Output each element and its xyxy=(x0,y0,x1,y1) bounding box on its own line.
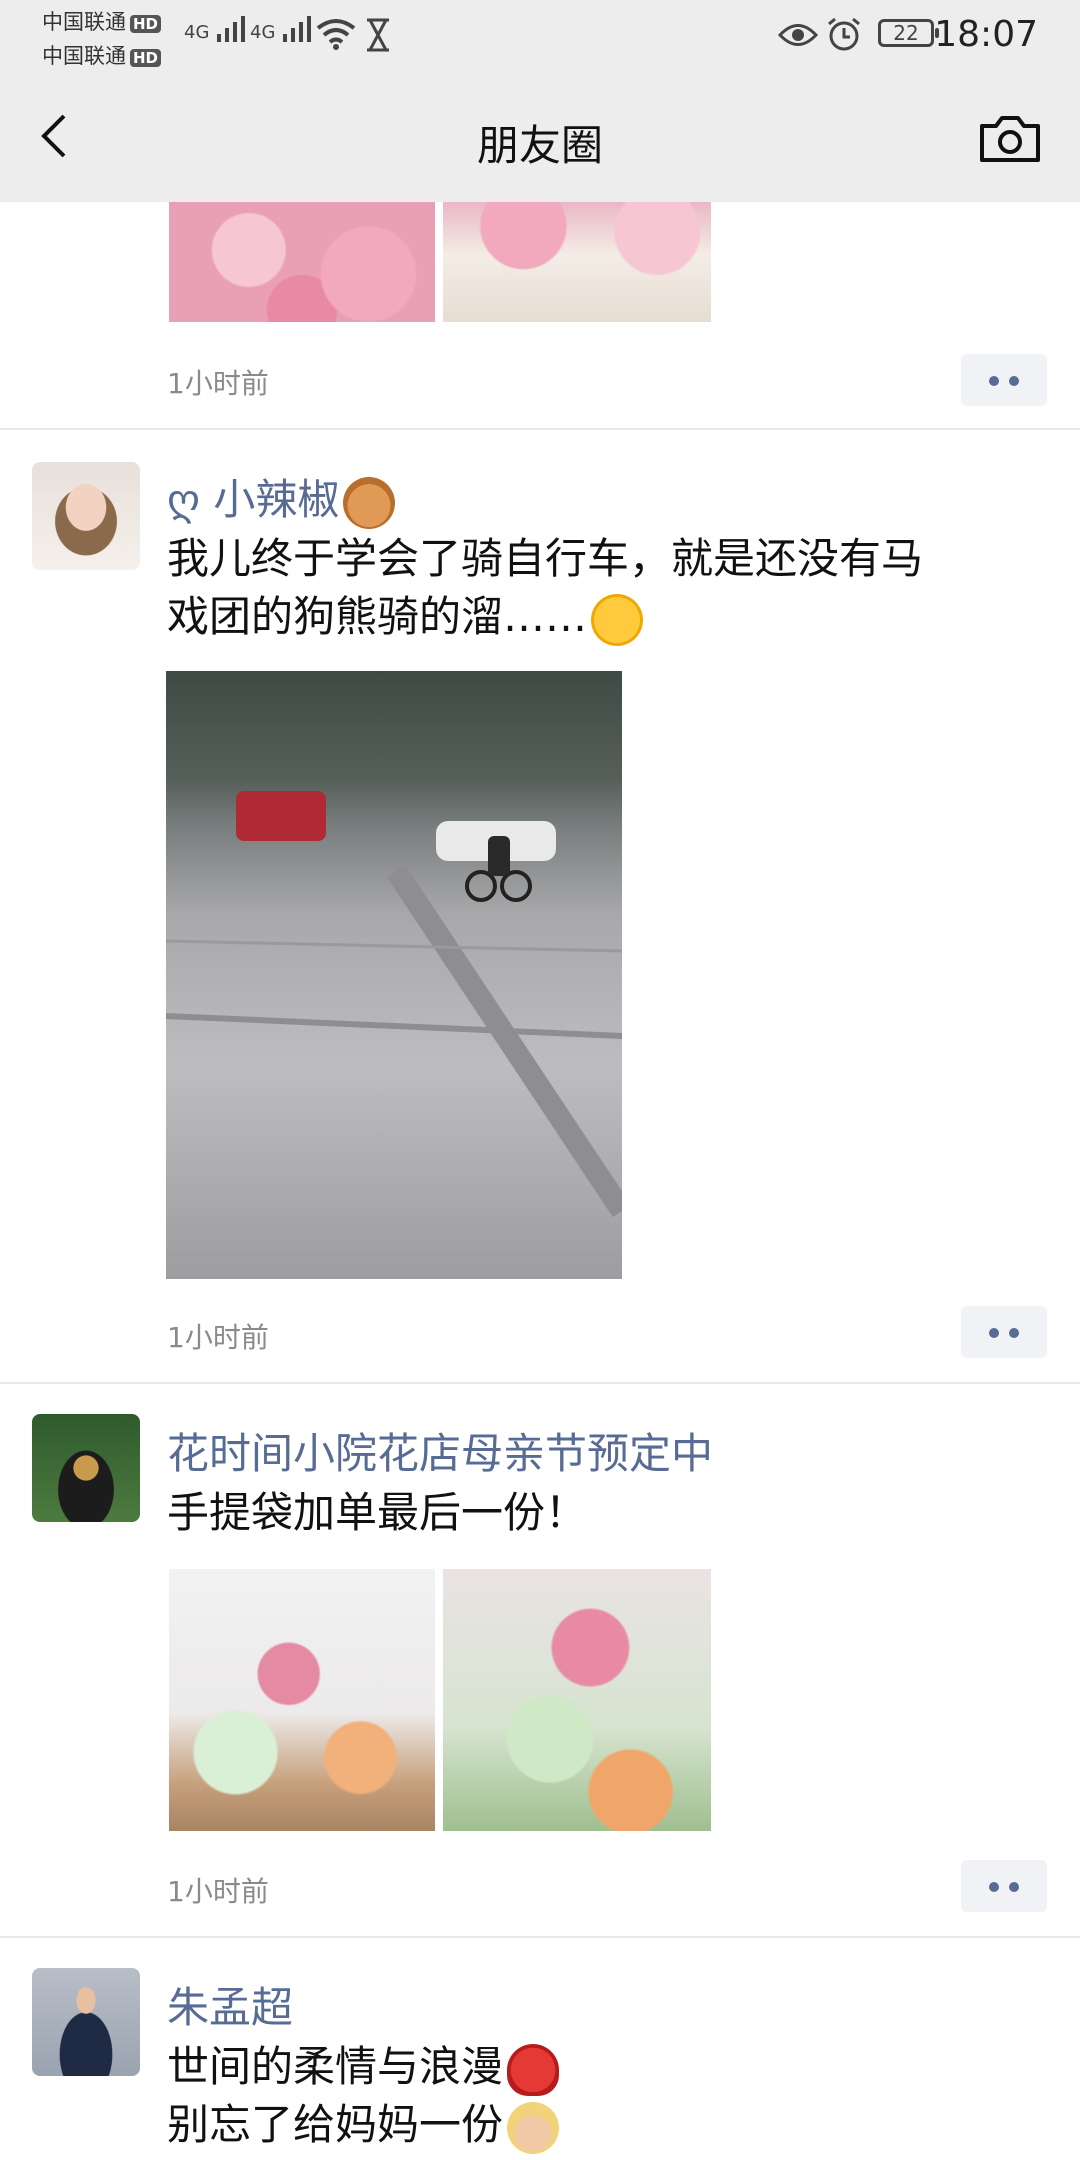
post-text: 我儿终于学会了骑自行车，就是还没有马 戏团的狗熊骑的溜…… xyxy=(167,530,923,646)
post-time: 1小时前 xyxy=(167,1875,269,1908)
heart-icon xyxy=(507,2043,560,2096)
post-image[interactable] xyxy=(443,1569,711,1831)
post-time: 1小时前 xyxy=(167,1321,269,1354)
camera-icon[interactable] xyxy=(978,108,1042,168)
page-title: 朋友圈 xyxy=(476,121,603,170)
post-time: 1小时前 xyxy=(167,367,269,400)
battery-icon: 22 xyxy=(878,19,939,47)
signal-icon-2: 4G xyxy=(250,14,315,44)
post-author[interactable]: 花时间小院花店母亲节预定中 xyxy=(167,1420,713,1481)
post-author[interactable]: ღ 小辣椒 xyxy=(167,466,396,529)
more-button[interactable] xyxy=(961,354,1047,406)
nav-bar: 朋友圈 xyxy=(0,74,1080,202)
laughing-emoji-icon xyxy=(591,593,644,646)
post-text: 世间的柔情与浪漫 别忘了给妈妈一份 xyxy=(167,2038,560,2154)
status-bar: 中国联通 HD 中国联通 HD 4G 4G 22 18:07 xyxy=(0,0,1080,74)
clock: 18:07 xyxy=(934,14,1038,55)
carrier-1: 中国联通 HD xyxy=(42,6,162,36)
avatar[interactable] xyxy=(32,462,140,570)
post-text: 手提袋加单最后一份！ xyxy=(167,1488,588,1537)
avatar[interactable] xyxy=(32,1414,140,1522)
post-author[interactable]: 朱孟超 xyxy=(167,1974,293,2035)
divider xyxy=(0,1382,1080,1384)
signal-icon-1: 4G xyxy=(184,14,249,44)
eye-icon xyxy=(778,24,818,46)
carrier-2: 中国联通 HD xyxy=(42,40,162,70)
hourglass-icon xyxy=(367,18,389,52)
wifi-icon xyxy=(316,19,356,50)
person-emoji-icon xyxy=(507,2101,560,2154)
more-button[interactable] xyxy=(961,1860,1047,1912)
teddy-bear-icon xyxy=(343,476,396,529)
post-image[interactable] xyxy=(166,671,622,1279)
post-image[interactable] xyxy=(443,202,711,322)
post-image[interactable] xyxy=(169,1569,435,1831)
avatar[interactable] xyxy=(32,1968,140,2076)
post-image[interactable] xyxy=(169,202,435,322)
divider xyxy=(0,1936,1080,1938)
more-button[interactable] xyxy=(961,1306,1047,1358)
divider xyxy=(0,428,1080,430)
alarm-icon xyxy=(828,17,860,51)
